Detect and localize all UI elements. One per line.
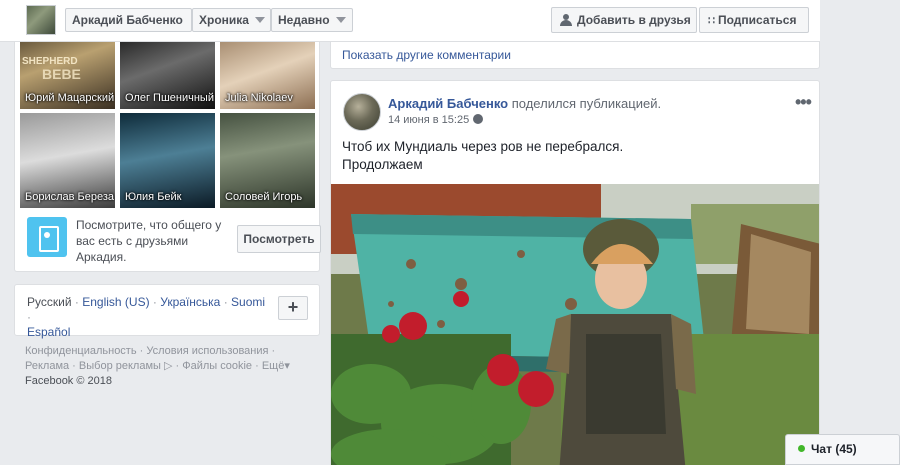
add-language-button[interactable]: + (278, 296, 308, 320)
friend-tile[interactable]: Julia Nikolaev (220, 42, 315, 109)
friends-card: SHEPHERD BEBE Юрий Мацарский Олег Пшенич… (14, 42, 321, 272)
post-author-link[interactable]: Аркадий Бабченко (388, 96, 508, 111)
contact-card-icon (27, 217, 67, 257)
friend-tile[interactable]: Борислав Береза (20, 113, 115, 208)
friend-name[interactable]: Юрий Мацарский (25, 92, 114, 105)
rss-icon: ∷ (708, 15, 715, 27)
post-timestamp[interactable]: 14 июня в 15:25 (388, 114, 469, 126)
post-photo-illustration (331, 184, 819, 465)
footer-link-cookies[interactable]: Файлы cookie (182, 360, 252, 372)
globe-icon (473, 114, 484, 125)
friend-tile[interactable]: Юлия Бейк (120, 113, 215, 208)
language-list: Русский · English (US) · Українська · Su… (27, 295, 267, 340)
recent-label: Недавно (278, 13, 330, 27)
friend-tile[interactable]: SHEPHERD BEBE Юрий Мацарский (20, 42, 115, 109)
friend-tile[interactable]: Соловей Игорь (220, 113, 315, 208)
page-footer: Конфиденциальность · Условия использован… (25, 345, 290, 387)
post-text-line: Чтоб их Мундиаль через ров не перебрался… (342, 139, 624, 154)
chronicle-dropdown[interactable]: Хроника (192, 8, 271, 32)
language-link-ukrainian[interactable]: Українська (160, 295, 220, 309)
separator: · (223, 295, 228, 309)
post-text-line: Продолжаем (342, 157, 423, 172)
show-more-comments-link[interactable]: Показать другие комментарии (342, 48, 511, 62)
language-current: Русский (27, 295, 72, 309)
footer-link-ads[interactable]: Реклама (25, 360, 69, 372)
previous-post-comments: Показать другие комментарии (330, 42, 820, 69)
friend-name[interactable]: Юлия Бейк (125, 191, 182, 204)
post-options-button[interactable]: ••• (795, 92, 812, 113)
friend-photo-text: BEBE (42, 66, 81, 82)
language-link-spanish[interactable]: Español (27, 325, 70, 339)
subscribe-label: Подписаться (718, 13, 797, 27)
post-photo[interactable] (331, 184, 819, 465)
online-status-icon (798, 445, 805, 453)
separator: · (152, 295, 157, 309)
mutual-friends-text: Посмотрите, что общего у вас есть с друз… (76, 218, 222, 264)
footer-link-ad-choices[interactable]: Выбор рекламы (79, 360, 161, 372)
mutual-friends-prompt: Посмотрите, что общего у вас есть с друз… (27, 217, 321, 267)
subscribe-button[interactable]: ∷ Подписаться (699, 7, 809, 33)
post-card: Аркадий Бабченко поделился публикацией. … (330, 80, 820, 465)
footer-link-terms[interactable]: Условия использования (146, 345, 268, 357)
add-friend-label: Добавить в друзья (577, 13, 691, 27)
friend-name[interactable]: Соловей Игорь (225, 191, 302, 204)
chevron-down-icon (335, 16, 346, 23)
view-mutual-button[interactable]: Посмотреть (237, 225, 321, 253)
post-meta: 14 июня в 15:25 (388, 114, 484, 126)
post-header: Аркадий Бабченко поделился публикацией. (388, 96, 661, 111)
profile-avatar-thumb[interactable] (26, 5, 56, 35)
language-link-english[interactable]: English (US) (82, 295, 149, 309)
language-link-finnish[interactable]: Suomi (231, 295, 265, 309)
chat-tab[interactable]: Чат (45) (785, 434, 900, 465)
friend-tile[interactable]: Олег Пшеничный (120, 42, 215, 109)
chat-label: Чат (45) (811, 442, 857, 456)
footer-link-privacy[interactable]: Конфиденциальность (25, 345, 137, 357)
languages-card: Русский · English (US) · Українська · Su… (14, 284, 320, 339)
separator: · (74, 295, 79, 309)
profile-name-label: Аркадий Бабченко (72, 13, 183, 27)
recent-dropdown[interactable]: Недавно (271, 8, 353, 32)
friend-name[interactable]: Julia Nikolaev (225, 92, 293, 105)
chronicle-label: Хроника (199, 13, 249, 27)
friend-name[interactable]: Олег Пшеничный (125, 92, 214, 105)
author-avatar[interactable] (343, 93, 381, 131)
post-text: Чтоб их Мундиаль через ров не перебрался… (342, 138, 623, 174)
chevron-down-icon (254, 16, 265, 23)
profile-name-button[interactable]: Аркадий Бабченко (65, 8, 192, 32)
add-user-icon (560, 13, 574, 26)
chevron-down-icon: ▾ (284, 360, 290, 372)
ad-choices-icon: ▷ (163, 360, 173, 372)
copyright-text: Facebook © 2018 (25, 375, 112, 387)
add-friend-button[interactable]: Добавить в друзья (551, 7, 697, 33)
post-action-text: поделился публикацией. (511, 96, 662, 111)
friend-name[interactable]: Борислав Береза (25, 191, 114, 204)
profile-topbar: Аркадий Бабченко Хроника Недавно Добавит… (0, 0, 820, 42)
separator: · (27, 310, 31, 324)
footer-link-more[interactable]: Ещё (262, 360, 285, 372)
